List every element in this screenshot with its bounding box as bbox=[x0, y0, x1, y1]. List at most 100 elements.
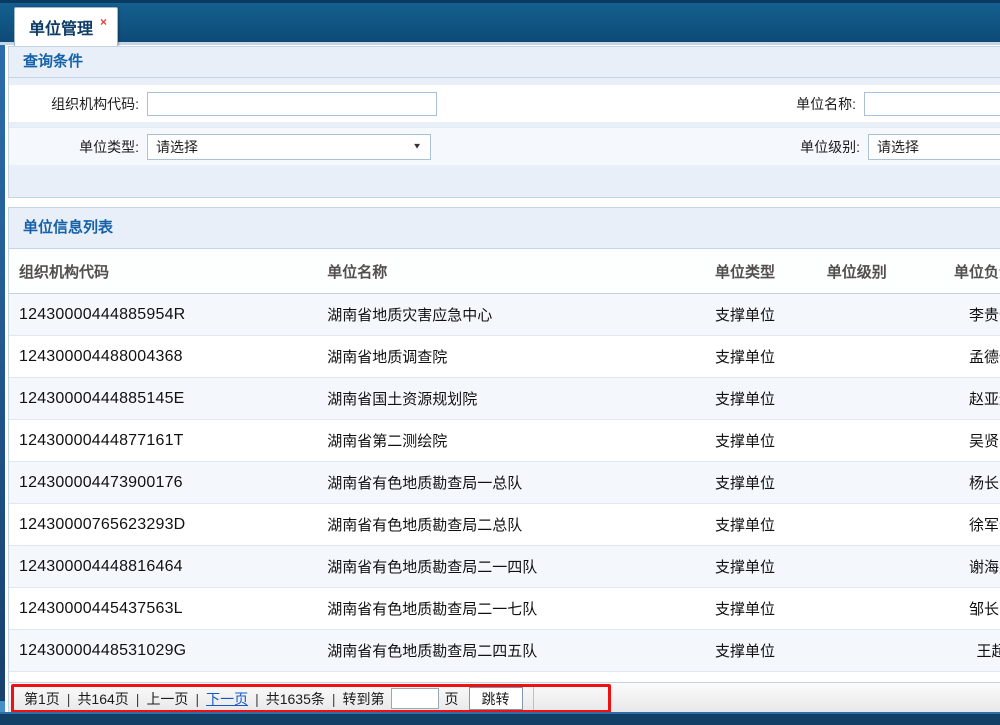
unit-level-label: 单位级别: bbox=[695, 137, 868, 157]
table-cell: 湖南省第二测绘院 bbox=[326, 420, 690, 462]
current-page-label: 第1页 bbox=[24, 689, 60, 709]
table-cell: 支撑单位 bbox=[690, 588, 799, 630]
table-cell: 李贵仁 bbox=[914, 294, 1000, 336]
table-cell: 湖南省地质灾害应急中心 bbox=[326, 294, 690, 336]
table-cell: 支撑单位 bbox=[690, 630, 799, 672]
goto-page-input[interactable] bbox=[391, 688, 439, 709]
table-cell bbox=[800, 588, 914, 630]
table-cell: 12430000448531029G bbox=[9, 630, 326, 672]
table-cell: 124300004473900176 bbox=[9, 462, 326, 504]
list-panel-title: 单位信息列表 bbox=[9, 208, 1000, 249]
table-row[interactable]: 12430000444885954R湖南省地质灾害应急中心支撑单位 李贵仁 bbox=[9, 294, 1000, 336]
table-cell: 湖南省有色地质勘查局二总队 bbox=[326, 504, 690, 546]
annotation-highlight-box: 第1页 | 共164页 | 上一页 | 下一页 | 共1635条 | 转到第 页… bbox=[11, 684, 611, 713]
column-header: 单位负责人 bbox=[914, 249, 1000, 294]
table-cell: 支撑单位 bbox=[690, 378, 799, 420]
table-cell: 支撑单位 bbox=[690, 462, 799, 504]
prev-page-link[interactable]: 上一页 bbox=[146, 689, 188, 709]
table-row[interactable]: 12430000444885145E湖南省国土资源规划院支撑单位 赵亚辉 bbox=[9, 378, 1000, 420]
table-cell: 谢海英 bbox=[914, 546, 1000, 588]
tab-strip: 单位管理 × bbox=[0, 3, 1000, 45]
table-header: 组织机构代码单位名称单位类型单位级别单位负责人 bbox=[9, 249, 1000, 294]
table-cell bbox=[800, 336, 914, 378]
table-cell: 12430000444877161T bbox=[9, 420, 326, 462]
table-cell: 12430000765623293D bbox=[9, 504, 326, 546]
table-cell: 杨长明 bbox=[914, 462, 1000, 504]
unit-list-panel: 单位信息列表 组织机构代码单位名称单位类型单位级别单位负责人 124300004… bbox=[8, 207, 1000, 715]
table-cell: 王超 bbox=[914, 630, 1000, 672]
column-header: 单位名称 bbox=[326, 249, 690, 294]
table-cell: 湖南省国土资源规划院 bbox=[326, 378, 690, 420]
unit-type-selected-value: 请选择 bbox=[156, 137, 198, 157]
table-header-row: 组织机构代码单位名称单位类型单位级别单位负责人 bbox=[9, 249, 1000, 294]
unit-level-select[interactable]: 请选择 bbox=[868, 134, 1000, 160]
table-cell bbox=[800, 462, 914, 504]
table-cell bbox=[800, 294, 914, 336]
column-header: 组织机构代码 bbox=[9, 249, 326, 294]
table-body: 12430000444885954R湖南省地质灾害应急中心支撑单位李贵仁1243… bbox=[9, 294, 1000, 714]
tab-close-icon[interactable]: × bbox=[100, 15, 107, 29]
pagination-divider bbox=[533, 687, 534, 710]
table-cell: 湖南省地质调查院 bbox=[326, 336, 690, 378]
total-records-label: 共1635条 bbox=[266, 689, 325, 709]
separator: | bbox=[195, 691, 199, 707]
table-cell: 12430000444885145E bbox=[9, 378, 326, 420]
table-cell: 孟德保 bbox=[914, 336, 1000, 378]
next-page-link[interactable]: 下一页 bbox=[206, 689, 248, 709]
chevron-down-icon: ▼ bbox=[412, 142, 422, 151]
table-cell: 12430000445437563L bbox=[9, 588, 326, 630]
table-cell bbox=[800, 378, 914, 420]
table-cell: 支撑单位 bbox=[690, 336, 799, 378]
table-cell bbox=[800, 504, 914, 546]
table-cell: 湖南省有色地质勘查局二四五队 bbox=[326, 630, 690, 672]
org-code-input[interactable] bbox=[147, 92, 437, 116]
table-cell: 赵亚辉 bbox=[914, 378, 1000, 420]
table-cell: 支撑单位 bbox=[690, 420, 799, 462]
unit-type-select[interactable]: 请选择 ▼ bbox=[147, 134, 431, 160]
table-cell: 湖南省有色地质勘查局二一四队 bbox=[326, 546, 690, 588]
goto-page-label: 转到第 bbox=[343, 689, 385, 709]
separator: | bbox=[332, 691, 336, 707]
table-cell: 124300004448816464 bbox=[9, 546, 326, 588]
separator: | bbox=[255, 691, 259, 707]
table-cell: 湖南省有色地质勘查局一总队 bbox=[326, 462, 690, 504]
window-bottom-bar bbox=[0, 712, 1000, 725]
table-row[interactable]: 12430000448531029G湖南省有色地质勘查局二四五队支撑单位 王超 bbox=[9, 630, 1000, 672]
table-row[interactable]: 124300004473900176湖南省有色地质勘查局一总队支撑单位 杨长明 bbox=[9, 462, 1000, 504]
tab-title: 单位管理 bbox=[29, 15, 93, 39]
pagination-bar: 第1页 | 共164页 | 上一页 | 下一页 | 共1635条 | 转到第 页… bbox=[9, 682, 1000, 714]
table-cell: 支撑单位 bbox=[690, 546, 799, 588]
total-pages-label: 共164页 bbox=[77, 689, 128, 709]
table-cell: 吴贤良 bbox=[914, 420, 1000, 462]
table-cell bbox=[800, 420, 914, 462]
unit-type-label: 单位类型: bbox=[9, 137, 147, 157]
form-row-2: 单位类型: 请选择 ▼ 单位级别: 请选择 bbox=[9, 127, 1000, 165]
table-row[interactable]: 12430000445437563L湖南省有色地质勘查局二一七队支撑单位 邹长安 bbox=[9, 588, 1000, 630]
org-code-label: 组织机构代码: bbox=[9, 94, 147, 114]
table-cell bbox=[800, 546, 914, 588]
table-row[interactable]: 12430000765623293D湖南省有色地质勘查局二总队支撑单位 徐军伟 bbox=[9, 504, 1000, 546]
table-cell: 邹长安 bbox=[914, 588, 1000, 630]
separator: | bbox=[67, 691, 71, 707]
unit-name-label: 单位名称: bbox=[691, 94, 864, 114]
table-cell: 124300004488004368 bbox=[9, 336, 326, 378]
table-cell: 12430000444885954R bbox=[9, 294, 326, 336]
query-panel-title: 查询条件 bbox=[9, 47, 1000, 78]
table-cell: 支撑单位 bbox=[690, 294, 799, 336]
table-row[interactable]: 124300004448816464湖南省有色地质勘查局二一四队支撑单位 谢海英 bbox=[9, 546, 1000, 588]
unit-table: 组织机构代码单位名称单位类型单位级别单位负责人 1243000044488595… bbox=[9, 249, 1000, 714]
table-cell: 湖南省有色地质勘查局二一七队 bbox=[326, 588, 690, 630]
table-cell bbox=[800, 630, 914, 672]
table-row[interactable]: 124300004488004368湖南省地质调查院支撑单位 孟德保 bbox=[9, 336, 1000, 378]
table-cell: 徐军伟 bbox=[914, 504, 1000, 546]
separator: | bbox=[136, 691, 140, 707]
tab-unit-management[interactable]: 单位管理 × bbox=[14, 7, 118, 46]
table-cell: 支撑单位 bbox=[690, 504, 799, 546]
jump-button[interactable]: 跳转 bbox=[469, 687, 523, 710]
goto-page-unit-label: 页 bbox=[445, 689, 459, 709]
unit-name-input[interactable] bbox=[864, 92, 1000, 116]
table-row[interactable]: 12430000444877161T湖南省第二测绘院支撑单位 吴贤良 bbox=[9, 420, 1000, 462]
left-scrollbar-strip[interactable] bbox=[0, 45, 5, 725]
unit-level-selected-value: 请选择 bbox=[877, 137, 919, 157]
column-header: 单位级别 bbox=[800, 249, 914, 294]
